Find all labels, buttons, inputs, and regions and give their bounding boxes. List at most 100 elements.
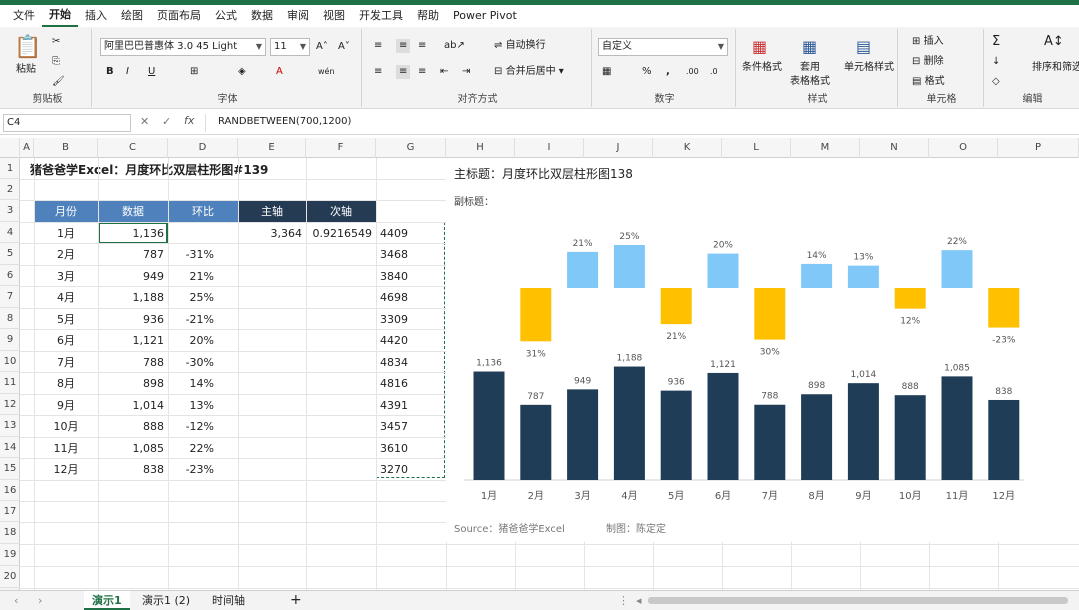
cell-style-button[interactable]: 单元格样式 [844,61,894,75]
font-size-select[interactable]: 11 ▼ [270,38,310,56]
border-icon[interactable]: ⊞ [190,65,198,79]
delete-cells-button[interactable]: ⊟ 删除 [912,55,944,69]
menu-tab-8[interactable]: 视图 [316,5,352,27]
month-cell[interactable]: 7月 [34,352,98,373]
row-header-7[interactable]: 7 [0,286,20,308]
align-top-icon[interactable]: ≡ [374,39,382,53]
value-cell[interactable]: 936 [98,309,164,330]
month-cell[interactable]: 3月 [34,266,98,287]
clear-icon[interactable]: ◇ [992,75,1000,89]
menu-tab-9[interactable]: 开发工具 [352,5,410,27]
month-cell[interactable]: 8月 [34,373,98,394]
month-cell[interactable]: 1月 [34,223,98,244]
month-cell[interactable]: 9月 [34,395,98,416]
change-cell[interactable]: -23% [168,459,214,480]
month-cell[interactable]: 4月 [34,287,98,308]
row-header-20[interactable]: 20 [0,566,20,588]
change-cell[interactable]: -30% [168,352,214,373]
row-header-4[interactable]: 4 [0,222,20,243]
table-header-4[interactable]: 次轴 [306,201,376,222]
paste-icon[interactable]: 📋 [14,35,41,61]
change-cell[interactable]: 20% [168,330,214,351]
column-header-G[interactable]: G [376,138,446,158]
increase-decimal-icon[interactable]: .00 [686,65,699,79]
menu-tab-2[interactable]: 插入 [78,5,114,27]
sort-filter-icon[interactable]: A↕ [1044,35,1064,49]
month-cell[interactable]: 6月 [34,330,98,351]
row-header-2[interactable]: 2 [0,179,20,200]
value-cell[interactable]: 898 [98,373,164,394]
secondary-axis-cell[interactable]: 0.9216549 [306,223,373,244]
align-left-icon[interactable]: ≡ [374,65,382,79]
column-header-P[interactable]: P [998,138,1079,158]
orientation-icon[interactable]: ab↗ [444,39,465,53]
next-sheet-icon[interactable]: › [30,591,50,610]
sort-filter-button[interactable]: 排序和筛选 [1032,61,1079,75]
value-cell[interactable]: 1,085 [98,438,165,459]
menu-tab-5[interactable]: 公式 [208,5,244,27]
value-cell[interactable]: 949 [98,266,164,287]
table-format-line1[interactable]: 套用 [800,61,820,75]
column-header-D[interactable]: D [168,138,238,158]
change-cell[interactable]: -31% [168,244,214,265]
menu-tab-0[interactable]: 文件 [6,5,42,27]
cut-icon[interactable]: ✂ [52,35,60,49]
increase-indent-icon[interactable]: ⇥ [462,65,470,79]
month-cell[interactable]: 11月 [34,438,98,459]
row-header-10[interactable]: 10 [0,351,20,372]
change-cell[interactable]: 25% [168,287,214,308]
column-header-J[interactable]: J [584,138,653,158]
italic-icon[interactable]: I [126,65,129,79]
percent-icon[interactable]: % [642,65,652,79]
fill-color-icon[interactable]: ◈ [238,65,246,79]
sheet-tab-0[interactable]: 演示1 [84,591,130,610]
table-header-0[interactable]: 月份 [34,201,98,222]
decrease-indent-icon[interactable]: ⇤ [440,65,448,79]
sheet-tab-1[interactable]: 演示1 (2) [134,591,198,610]
row-header-1[interactable]: 1 [0,158,20,179]
prev-sheet-icon[interactable]: ‹ [6,591,26,610]
menu-tab-3[interactable]: 绘图 [114,5,150,27]
row-header-17[interactable]: 17 [0,501,20,522]
table-format-line2[interactable]: 表格格式 [790,75,830,89]
decrease-decimal-icon[interactable]: .0 [710,65,718,79]
row-header-18[interactable]: 18 [0,522,20,544]
row-header-5[interactable]: 5 [0,243,20,265]
align-right-icon[interactable]: ≡ [418,65,426,79]
menu-tab-6[interactable]: 数据 [244,5,280,27]
value-cell[interactable]: 1,121 [98,330,165,351]
change-cell[interactable]: 22% [168,438,214,459]
format-painter-icon[interactable]: 🖌 [52,75,65,89]
enter-icon[interactable]: ✓ [162,115,171,128]
change-cell[interactable]: 21% [168,266,214,287]
function-icon[interactable]: fx [184,114,194,127]
copy-icon[interactable]: ⎘ [52,55,60,69]
menu-tab-7[interactable]: 审阅 [280,5,316,27]
month-cell[interactable]: 12月 [34,459,98,480]
value-cell[interactable]: 1,014 [98,395,165,416]
column-header-F[interactable]: F [306,138,376,158]
increase-font-icon[interactable]: A˄ [316,40,328,54]
month-cell[interactable]: 5月 [34,309,98,330]
menu-tab-10[interactable]: 帮助 [410,5,446,27]
wrap-text-button[interactable]: ⇌ 自动换行 [494,39,546,53]
row-header-14[interactable]: 14 [0,437,20,458]
cell-style-icon[interactable]: ▤ [856,37,871,57]
align-center-icon[interactable]: ≡ [396,65,411,79]
horizontal-scrollbar[interactable] [648,597,1068,604]
menu-tab-4[interactable]: 页面布局 [150,5,208,27]
value-cell[interactable]: 888 [98,416,164,437]
change-cell[interactable]: 14% [168,373,214,394]
merge-center-button[interactable]: ⊟ 合并后居中 ▾ [494,65,564,79]
font-name-select[interactable]: 阿里巴巴普惠体 3.0 45 Light ▼ [100,38,266,56]
select-all-corner[interactable] [0,138,20,158]
sheet-title[interactable]: 猪爸爸学Excel：月度环比双层柱形图#139 [30,160,268,181]
conditional-format-button[interactable]: 条件格式 [742,61,782,75]
value-cell[interactable]: 838 [98,459,164,480]
insert-cells-button[interactable]: ⊞ 插入 [912,35,944,49]
sheet-tab-2[interactable]: 时间轴 [204,591,253,610]
table-header-3[interactable]: 主轴 [238,201,306,222]
column-header-L[interactable]: L [722,138,791,158]
column-header-A[interactable]: A [20,138,34,158]
change-cell[interactable]: 13% [168,395,214,416]
